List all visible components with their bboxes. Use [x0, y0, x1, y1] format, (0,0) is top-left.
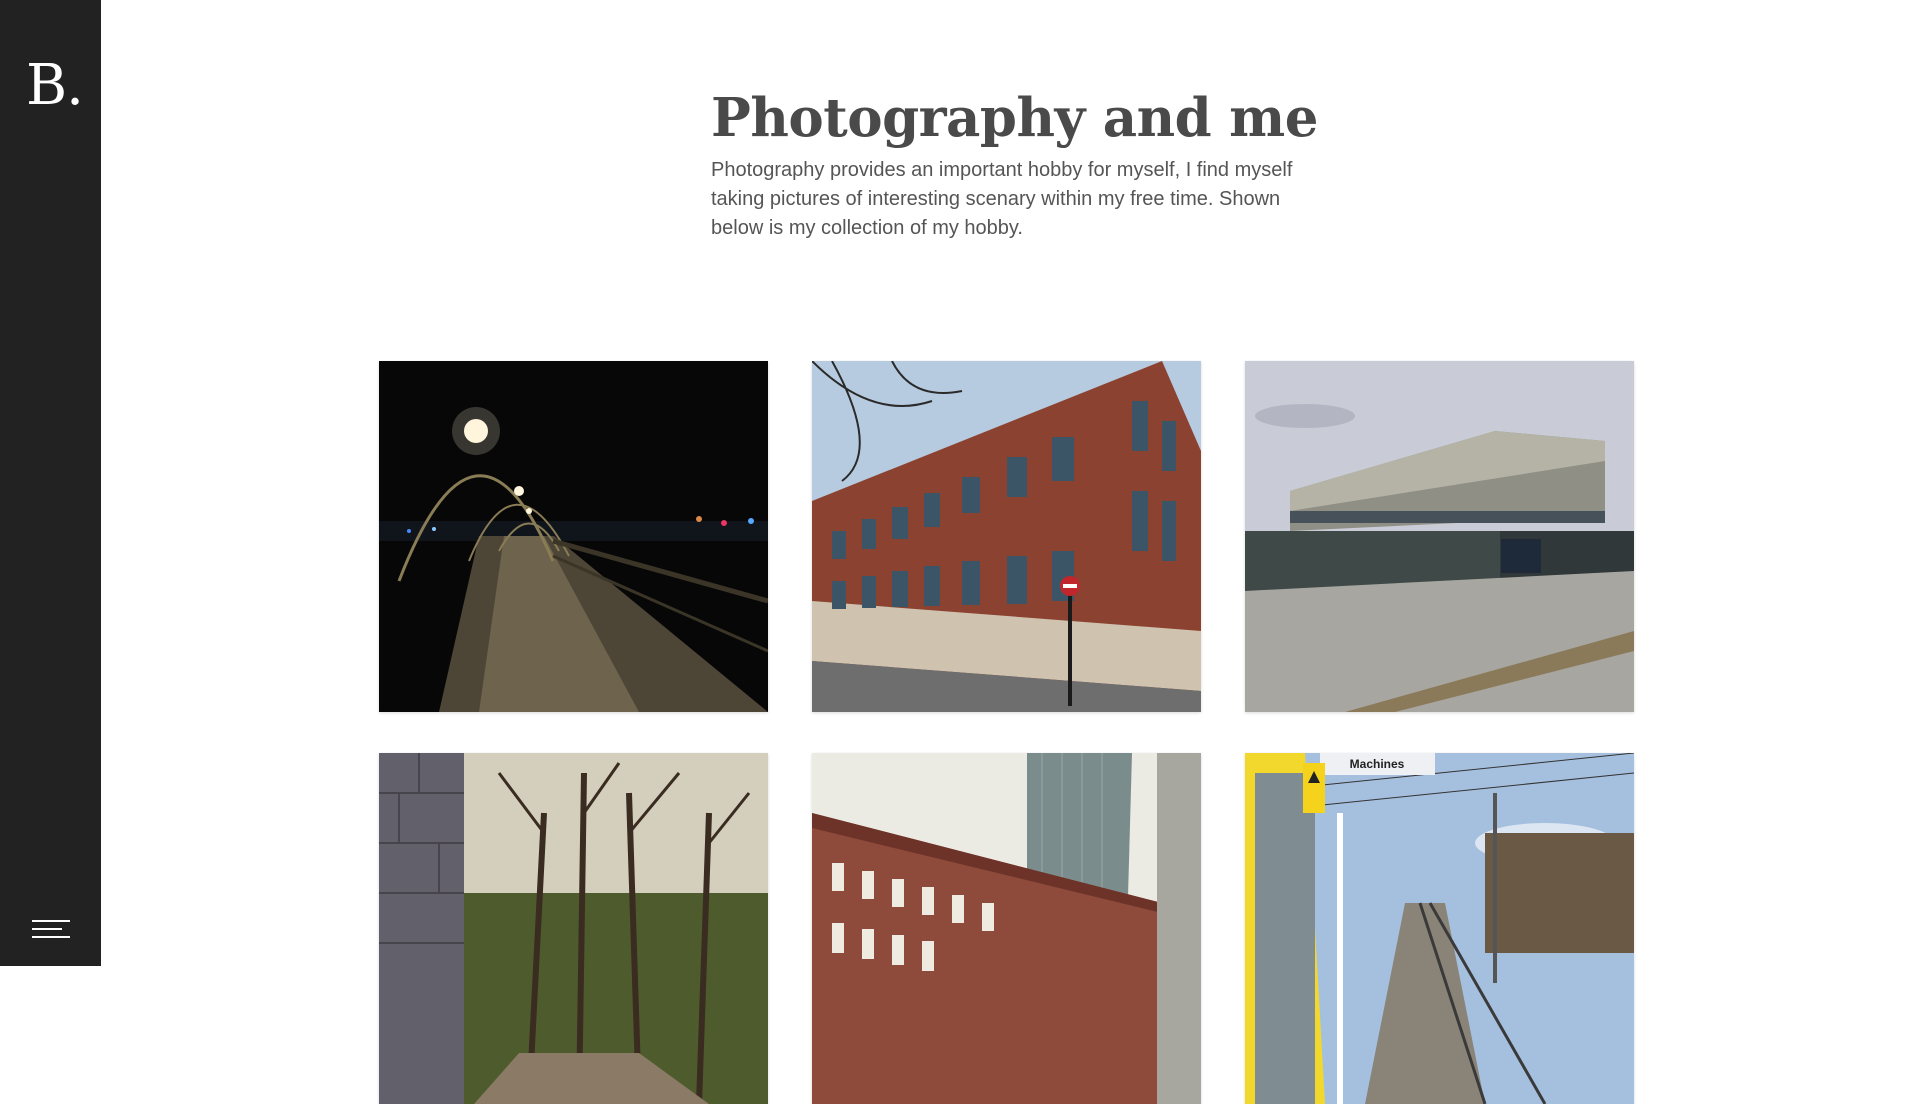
menu-line — [32, 920, 70, 922]
gallery-photo-station-platform[interactable]: Machines — [1245, 753, 1634, 1104]
menu-line — [32, 936, 70, 938]
gallery-photo-pier-night[interactable] — [379, 361, 768, 712]
page-title: Photography and me — [711, 87, 1318, 149]
gallery-photo-brick-building[interactable] — [812, 361, 1201, 712]
intro-paragraph: Photography provides an important hobby … — [711, 159, 1293, 239]
hamburger-menu-icon[interactable] — [32, 918, 70, 940]
gallery-photo-wooded-path[interactable] — [379, 753, 768, 1104]
sidebar: B. — [0, 0, 101, 966]
gallery-photo-modern-building[interactable] — [1245, 361, 1634, 712]
main-content: Photography and me Photography provides … — [101, 0, 1920, 1104]
menu-line — [32, 928, 62, 930]
gallery-photo-terrace-tower[interactable] — [812, 753, 1201, 1104]
site-logo[interactable]: B. — [26, 56, 84, 116]
station-sign-text: Machines — [1350, 757, 1405, 771]
